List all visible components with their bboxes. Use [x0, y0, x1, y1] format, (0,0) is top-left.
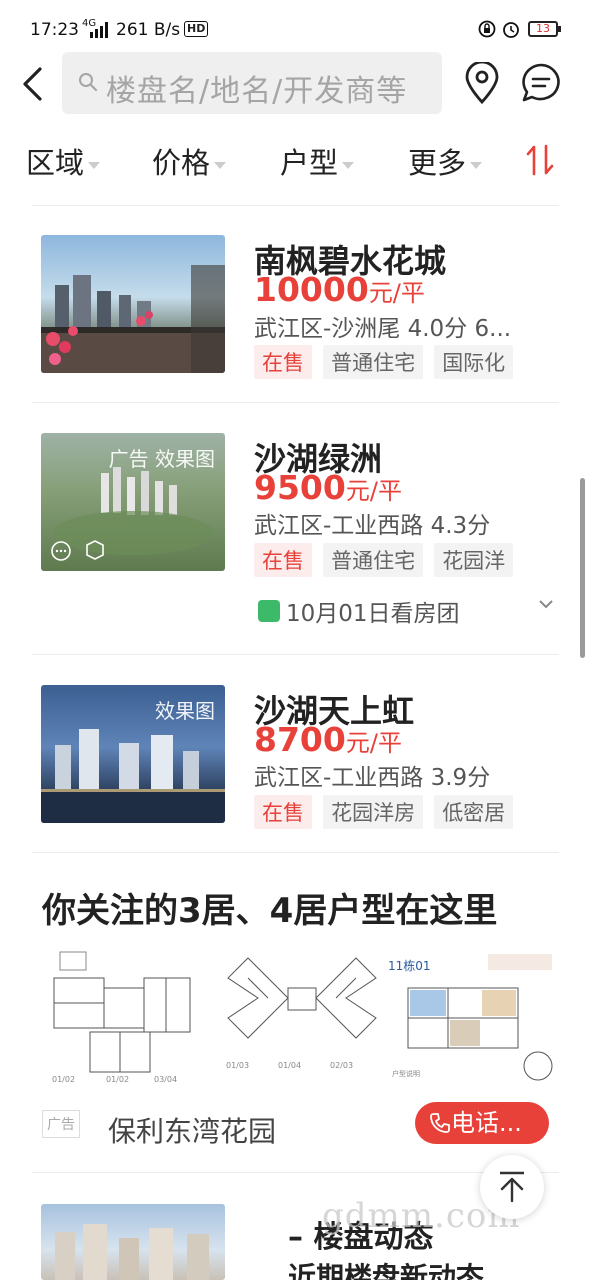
tag: 低密居	[434, 795, 514, 829]
svg-text:户型说明: 户型说明	[392, 1069, 420, 1078]
caret-down-icon	[342, 161, 355, 169]
filter-region[interactable]: 区域	[26, 140, 101, 182]
caret-down-icon	[214, 161, 227, 169]
listing-price: 10000元/平	[254, 270, 425, 309]
divider	[32, 654, 559, 655]
signal-icon	[90, 22, 108, 38]
phone-icon	[430, 1113, 450, 1133]
caret-down-icon	[470, 161, 483, 169]
status-time: 17:23	[30, 20, 79, 40]
listing-tags: 在售 普通住宅 花园洋	[254, 543, 519, 577]
network-speed: 261 B/s	[116, 20, 181, 40]
listing-meta: 武江区-工业西路 4.3分	[254, 513, 491, 539]
listing-photo: 广告 效果图	[41, 433, 225, 571]
tag: 普通住宅	[323, 345, 424, 379]
price-value: 10000	[254, 270, 369, 309]
listing-photo[interactable]	[41, 1204, 225, 1280]
price-unit: 元/平	[345, 477, 402, 505]
location-pin-icon[interactable]	[462, 62, 502, 104]
tag-on-sale: 在售	[254, 345, 312, 379]
listing-price: 8700元/平	[254, 720, 402, 759]
tag-on-sale: 在售	[254, 795, 312, 829]
tag: 花园洋房	[323, 795, 424, 829]
listing-price: 9500元/平	[254, 468, 402, 507]
photo-badge: 效果图	[155, 699, 215, 723]
floor-plan-image[interactable]: 11栋01 户型说明	[388, 948, 556, 1088]
filter-bar: 区域 价格 户型 更多	[0, 130, 591, 192]
house-tour[interactable]: 10月01日看房团	[258, 594, 460, 628]
call-button[interactable]: 电话...	[415, 1102, 549, 1144]
listing-meta: 武江区-工业西路 3.9分	[254, 765, 491, 791]
battery-icon: 13	[528, 21, 561, 37]
listing-photo	[41, 235, 225, 373]
building-photo-image	[55, 1224, 209, 1280]
scrollbar[interactable]	[580, 478, 585, 658]
hd-icon: HD	[184, 21, 209, 37]
floor-plan-image[interactable]: 01/03 01/04 02/03	[218, 948, 386, 1088]
floor-plan-gallery[interactable]: 01/02 01/02 03/04 01/03 01/04 02/03 11栋01	[46, 948, 556, 1088]
caret-down-icon	[88, 161, 101, 169]
svg-text:11栋01: 11栋01	[388, 958, 431, 973]
price-value: 8700	[254, 720, 346, 759]
lock-alarm-icons	[478, 20, 519, 38]
tag: 普通住宅	[323, 543, 424, 577]
filter-more[interactable]: 更多	[408, 140, 483, 182]
ad-label: 广告	[42, 1110, 80, 1138]
price-unit: 元/平	[368, 279, 425, 307]
svg-text:03/04: 03/04	[154, 1075, 177, 1084]
price-unit: 元/平	[345, 729, 402, 757]
status-bar: 17:23 4G 261 B/s HD 13	[0, 0, 591, 56]
filter-label: 更多	[408, 146, 467, 180]
tag-on-sale: 在售	[254, 543, 312, 577]
divider	[32, 402, 559, 403]
svg-text:02/03: 02/03	[330, 1061, 353, 1070]
divider	[32, 205, 559, 206]
svg-text:01/04: 01/04	[278, 1061, 301, 1070]
listing-tags: 在售 普通住宅 国际化	[254, 345, 519, 379]
message-icon[interactable]	[520, 62, 562, 104]
photo-badge: 广告 效果图	[108, 447, 215, 471]
filter-label: 区域	[26, 146, 85, 180]
project-name[interactable]: 保利东湾花园	[108, 1110, 276, 1150]
search-placeholder: 楼盘名/地名/开发商等	[106, 74, 408, 109]
filter-layout[interactable]: 户型	[280, 140, 355, 182]
filter-label: 价格	[152, 146, 211, 180]
back-to-top-button[interactable]	[480, 1155, 544, 1219]
listing-meta: 武江区-沙洲尾 4.0分 6...	[254, 316, 512, 342]
tag: 花园洋	[434, 543, 514, 577]
price-value: 9500	[254, 468, 346, 507]
battery-level: 13	[536, 22, 550, 35]
arrow-up-icon	[500, 1171, 524, 1203]
divider	[32, 852, 559, 853]
filter-label: 户型	[280, 146, 339, 180]
sort-icon[interactable]	[526, 144, 556, 176]
svg-text:01/02: 01/02	[52, 1075, 75, 1084]
section-subtitle: 近期楼盘新动态	[288, 1261, 485, 1280]
search-icon	[79, 73, 98, 92]
listing-photo: 效果图	[41, 685, 225, 823]
back-arrow-icon[interactable]	[18, 66, 50, 102]
listing-tags: 在售 花园洋房 低密居	[254, 795, 519, 829]
search-input[interactable]: 楼盘名/地名/开发商等	[62, 52, 442, 114]
call-label: 电话...	[451, 1109, 522, 1137]
bus-icon	[258, 600, 280, 622]
svg-text:01/02: 01/02	[106, 1075, 129, 1084]
tag: 国际化	[434, 345, 514, 379]
building-photo-image	[41, 265, 225, 373]
chevron-down-icon[interactable]	[538, 598, 554, 610]
floor-plan-image[interactable]: 01/02 01/02 03/04	[46, 948, 214, 1088]
svg-text:01/03: 01/03	[226, 1061, 249, 1070]
tour-date: 10月01日看房团	[286, 601, 460, 627]
filter-price[interactable]: 价格	[152, 140, 227, 182]
recommendation-title: 你关注的3居、4居户型在这里	[42, 891, 498, 931]
